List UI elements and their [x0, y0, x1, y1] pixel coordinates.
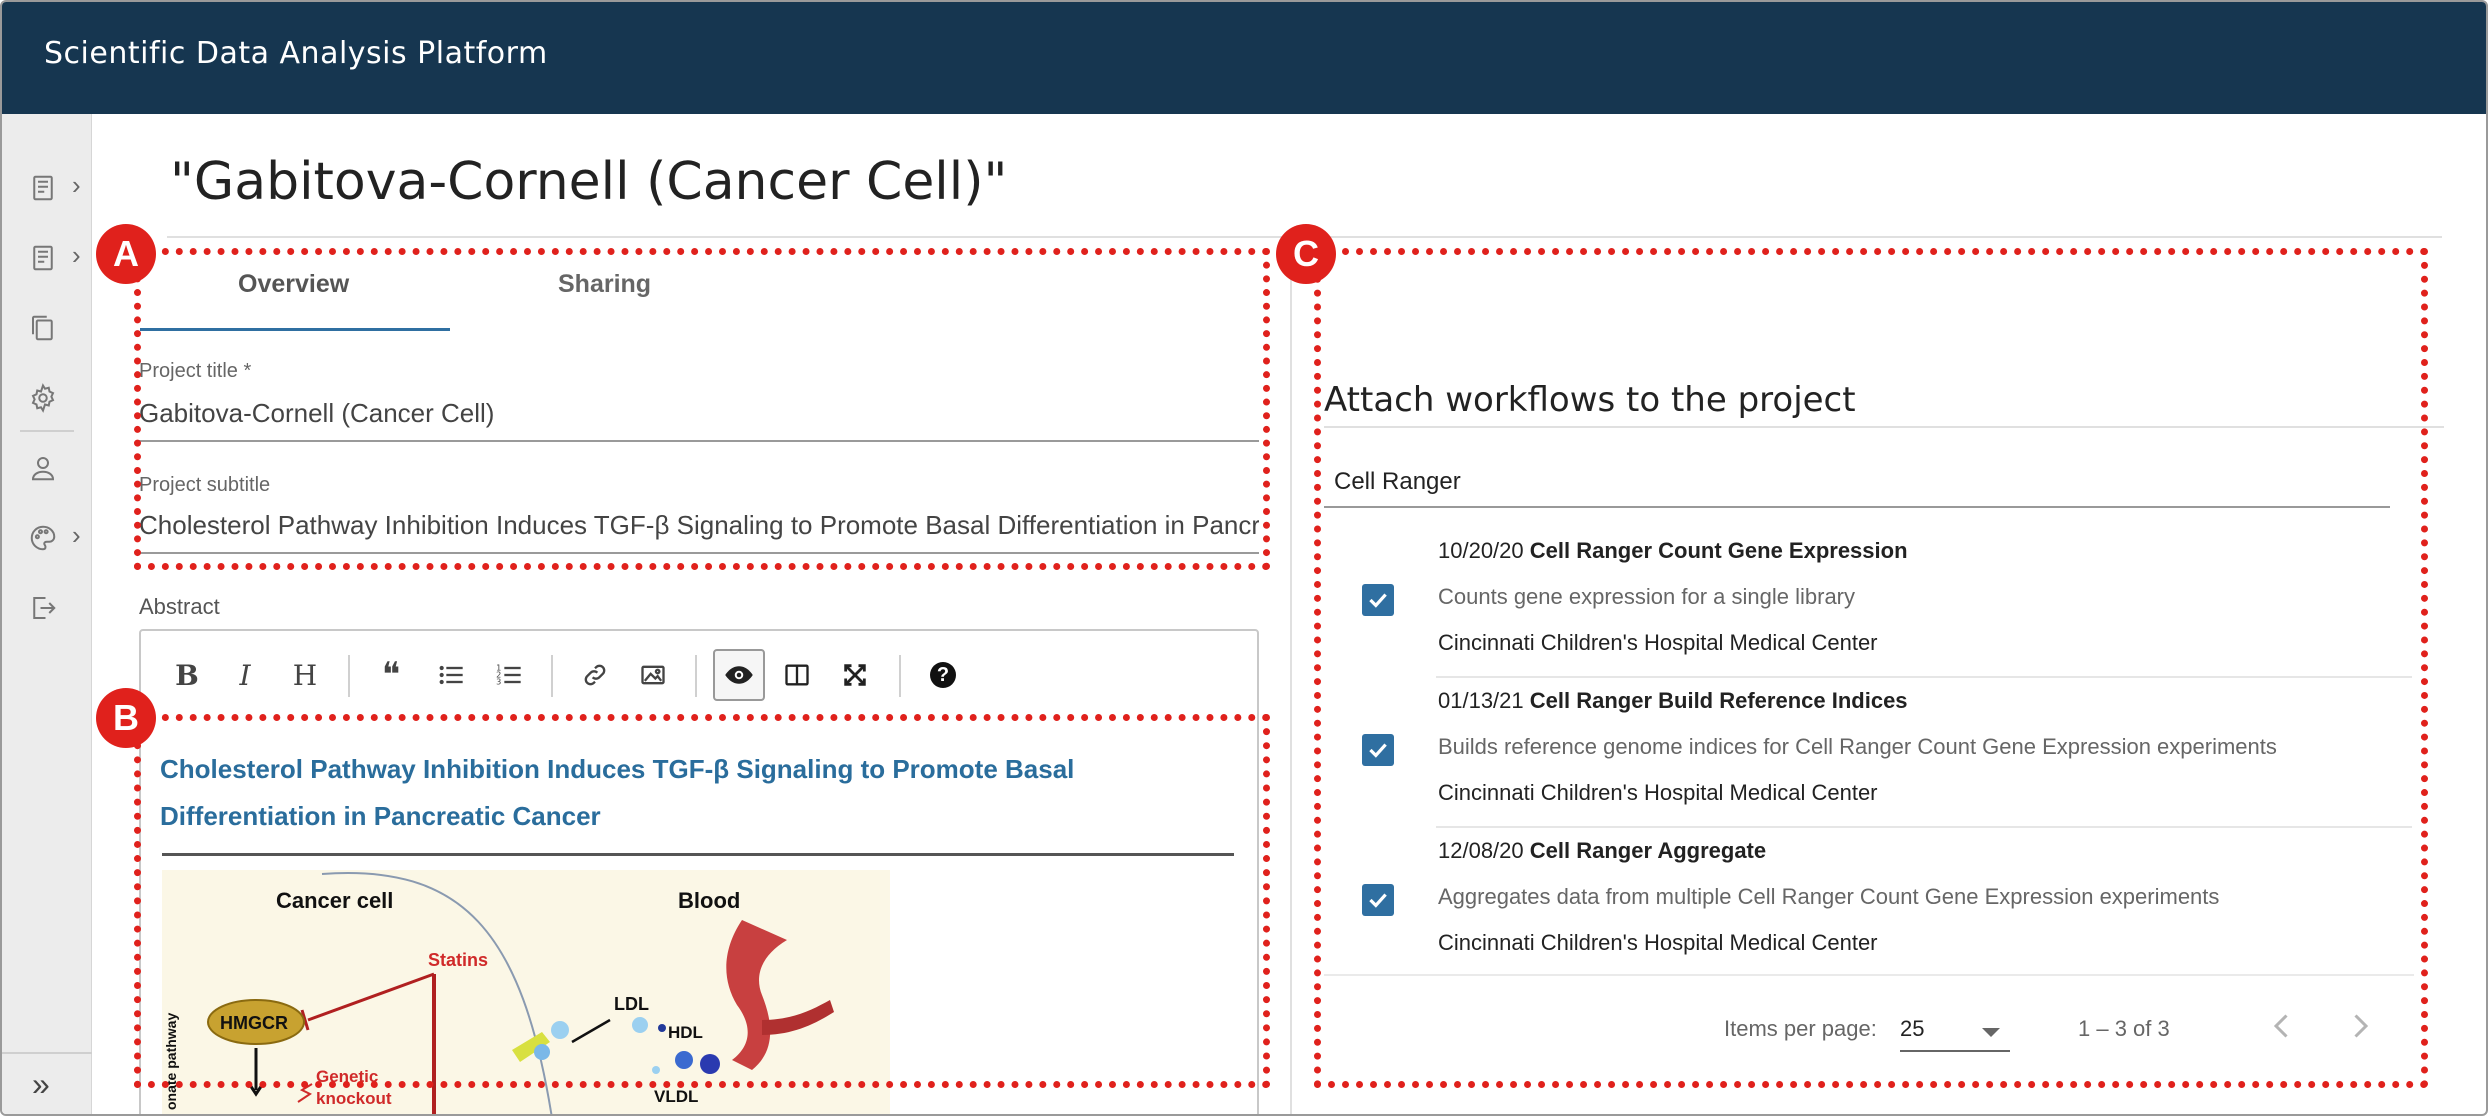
- user-icon[interactable]: [28, 448, 68, 488]
- link-icon: [584, 664, 606, 686]
- figure-label-knockout: knockout: [316, 1089, 392, 1108]
- toolbar-separator: [899, 655, 901, 697]
- app-title: Scientific Data Analysis Platform: [44, 36, 548, 71]
- abstract-label: Abstract: [139, 594, 220, 619]
- preview-toggle-button[interactable]: [713, 649, 765, 701]
- document-icon[interactable]: [28, 168, 68, 208]
- fullscreen-icon: [844, 664, 866, 686]
- eye-icon: [725, 666, 753, 684]
- callout-box-a: [134, 248, 1270, 570]
- app-window: Scientific Data Analysis Platform › › ›: [0, 0, 2488, 1116]
- document-icon[interactable]: [28, 238, 68, 278]
- bold-button[interactable]: B: [161, 649, 213, 701]
- figure-label-vldl: VLDL: [654, 1087, 698, 1106]
- svg-text:3: 3: [496, 676, 501, 686]
- logout-icon[interactable]: [28, 588, 68, 628]
- bullet-list-button[interactable]: [425, 649, 477, 701]
- chevron-right-icon[interactable]: ›: [72, 240, 81, 271]
- numbered-list-button[interactable]: 123: [483, 649, 535, 701]
- image-icon: [641, 665, 665, 685]
- callout-box-c: [1314, 248, 2428, 1088]
- chevron-right-icon[interactable]: ›: [72, 170, 81, 201]
- sidebar-footer-divider: [2, 1052, 92, 1054]
- toolbar-separator: [348, 655, 350, 697]
- image-button[interactable]: [627, 649, 679, 701]
- sidebar: › › › »: [2, 114, 92, 1114]
- heading-button[interactable]: H: [279, 649, 331, 701]
- copy-icon[interactable]: [28, 308, 68, 348]
- panel-divider: [1290, 242, 1292, 1114]
- help-icon-glyph: ?: [936, 663, 950, 686]
- numbered-list-icon: 123: [496, 662, 521, 686]
- help-button[interactable]: ?: [917, 649, 969, 701]
- quote-button[interactable]: ❝: [365, 649, 417, 701]
- italic-button[interactable]: I: [219, 649, 271, 701]
- toolbar-separator: [695, 655, 697, 697]
- callout-badge-a: A: [96, 224, 156, 284]
- editor-toolbar: B I H ❝ 123 ?: [139, 629, 1259, 725]
- callout-badge-c: C: [1276, 224, 1336, 284]
- gear-icon[interactable]: [28, 378, 68, 418]
- help-icon: ?: [930, 662, 956, 688]
- palette-icon[interactable]: [28, 518, 68, 558]
- chevron-right-icon[interactable]: ›: [72, 520, 81, 551]
- page-title: "Gabitova-Cornell (Cancer Cell)": [170, 152, 1008, 212]
- callout-box-b: [134, 714, 1270, 1088]
- fullscreen-button[interactable]: [829, 649, 881, 701]
- toolbar-separator: [551, 655, 553, 697]
- link-button[interactable]: [569, 649, 621, 701]
- callout-badge-b: B: [96, 688, 156, 748]
- app-header: Scientific Data Analysis Platform: [2, 2, 2486, 114]
- expand-sidebar-icon[interactable]: »: [32, 1066, 50, 1103]
- columns-icon: [785, 664, 809, 686]
- sidebar-divider: [20, 430, 74, 432]
- side-by-side-button[interactable]: [771, 649, 823, 701]
- bullet-list-icon: [439, 665, 463, 685]
